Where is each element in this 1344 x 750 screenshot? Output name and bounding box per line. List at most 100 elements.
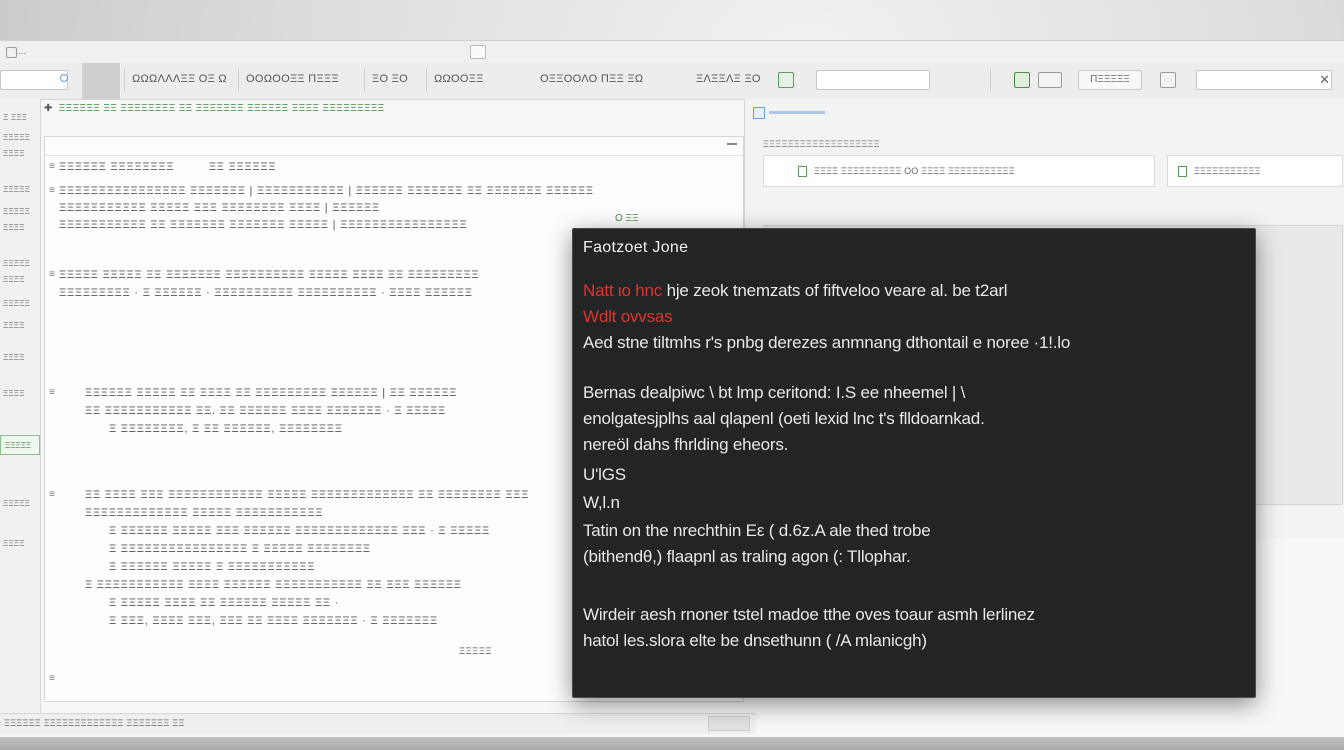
- toolbar-item-5[interactable]: ΟΞΞΟΟΛΟ ΠΞΞ ΞΩ: [540, 73, 643, 85]
- editor-line: ΞΞΞΞΞΞΞΞΞΞΞΞΞ ΞΞΞΞΞ ΞΞΞΞΞΞΞΞΞΞΞ: [85, 507, 324, 519]
- sidebar-item[interactable]: ΞΞΞΞ: [3, 389, 25, 398]
- sidebar-item[interactable]: ΞΞΞΞΞ: [3, 299, 30, 308]
- toolbar-item-3[interactable]: ΞΟ ΞΟ: [372, 73, 408, 85]
- breadcrumb[interactable]: ✚ ΞΞΞΞΞΞ ΞΞ ΞΞΞΞΞΞΞΞ ΞΞ ΞΞΞΞΞΞΞ ΞΞΞΞΞΞ ΞΞ…: [44, 103, 385, 114]
- sidebar-item[interactable]: ΞΞΞΞΞ: [3, 259, 30, 268]
- popup-highlight: Wdlt ovvsas: [583, 307, 673, 326]
- sidebar-item[interactable]: ΞΞΞΞΞ: [3, 185, 30, 194]
- sidebar-item[interactable]: ΞΞΞΞΞ: [3, 133, 30, 142]
- sidebar-item[interactable]: ΞΞΞΞΞ: [3, 207, 30, 216]
- editor-line: ΞΞ ΞΞΞΞ ΞΞΞ ΞΞΞΞΞΞΞΞΞΞΞΞ ΞΞΞΞΞ ΞΞΞΞΞΞΞΞΞ…: [85, 489, 530, 501]
- preview-header: ΞΞΞΞΞΞΞΞΞΞΞΞΞΞΞΞΞΞΞ: [763, 139, 880, 149]
- file-icon: [798, 166, 807, 177]
- preview-card[interactable]: ΞΞΞΞ ΞΞΞΞΞΞΞΞΞΞ ΟΟ ΞΞΞΞ ΞΞΞΞΞΞΞΞΞΞΞ: [763, 155, 1155, 187]
- editor-line: Ξ ΞΞΞΞΞΞ ΞΞΞΞΞ Ξ ΞΞΞΞΞΞΞΞΞΞΞ: [109, 561, 316, 573]
- editor-line: Ξ ΞΞΞΞΞΞΞΞΞΞΞΞΞΞΞΞ Ξ ΞΞΞΞΞ ΞΞΞΞΞΞΞΞ: [109, 543, 371, 555]
- fold-icon[interactable]: ≡: [49, 269, 55, 280]
- app-label: ...: [18, 46, 27, 57]
- sidebar-item[interactable]: ΞΞΞΞ: [3, 321, 25, 330]
- toolbar-divider: [124, 69, 125, 91]
- fold-icon[interactable]: ≡: [49, 185, 55, 196]
- close-icon[interactable]: ✕: [1319, 72, 1330, 88]
- popup-line: nereöl dahs fhrlding eheors.: [583, 435, 789, 454]
- toolbar-item-2[interactable]: ΟΟΩΟΟΞΞ ΠΞΞΞ: [246, 73, 339, 85]
- preview-card[interactable]: ΞΞΞΞΞΞΞΞΞΞΞ: [1167, 155, 1343, 187]
- popup-line: W,l.n: [583, 493, 620, 512]
- fold-icon[interactable]: ≡: [49, 673, 55, 684]
- status-text: ΞΞΞΞΞΞ ΞΞΞΞΞΞΞΞΞΞΞΞΞ ΞΞΞΞΞΞΞ ΞΞ: [4, 718, 185, 728]
- editor-line: ΞΞΞΞΞΞ ΞΞΞΞΞ ΞΞ ΞΞΞΞ ΞΞ ΞΞΞΞΞΞΞΞΞ ΞΞΞΞΞΞ…: [85, 387, 458, 399]
- view-toggle-icon[interactable]: [1014, 72, 1030, 88]
- toolbar-item-6[interactable]: ΞΛΞΞΛΞ ΞΟ: [696, 73, 761, 85]
- popup-line: Natt ιo hnc hje zeok tnemzats of fiftvel…: [583, 281, 1008, 301]
- sidebar-item[interactable]: ΞΞΞΞ: [3, 149, 25, 158]
- toolbar-divider: [426, 69, 427, 91]
- title-bar: ...: [0, 41, 1344, 64]
- left-sidebar: Ξ ΞΞΞ ΞΞΞΞΞ ΞΞΞΞ ΞΞΞΞΞ ΞΞΞΞΞ ΞΞΞΞ ΞΞΞΞΞ …: [0, 99, 41, 719]
- breadcrumb-text: ΞΞΞΞΞΞ ΞΞ ΞΞΞΞΞΞΞΞ ΞΞ ΞΞΞΞΞΞΞ ΞΞΞΞΞΞ ΞΞΞ…: [58, 103, 385, 114]
- popup-line: Wirdeir aesh rnoner tstel madoe tthe ove…: [583, 605, 1035, 624]
- sidebar-item[interactable]: ΞΞΞΞ: [3, 353, 25, 362]
- toolbar-divider: [990, 69, 991, 91]
- search-icon[interactable]: [60, 74, 68, 82]
- fold-icon[interactable]: ≡: [49, 161, 55, 172]
- collapse-icon[interactable]: [727, 143, 737, 145]
- editor-marker: Ο ΞΞ: [615, 213, 639, 224]
- editor-line: ΞΞΞΞΞΞΞΞΞΞΞΞΞΞΞΞ ΞΞΞΞΞΞΞ | ΞΞΞΞΞΞΞΞΞΞΞ |…: [59, 185, 594, 197]
- editor-header-divider: [45, 155, 743, 156]
- fold-icon[interactable]: ≡: [49, 489, 55, 500]
- toolbar-item-1[interactable]: ΩΩΩΛΛΛΞΞ ΟΞ Ω: [132, 73, 227, 85]
- filter-button[interactable]: ΠΞΞΞΞΞ: [1078, 70, 1142, 90]
- fold-icon[interactable]: ≡: [49, 387, 55, 398]
- popup-highlight: Natt ιo hnc: [583, 281, 663, 300]
- status-box[interactable]: [708, 716, 750, 731]
- editor-line: Ξ ΞΞΞΞΞΞΞΞΞΞΞ ΞΞΞΞ ΞΞΞΞΞΞ ΞΞΞΞΞΞΞΞΞΞΞ ΞΞ…: [85, 579, 462, 591]
- popup-line: Tatin on the nrechthin Eε ( d.6z.A ale t…: [583, 521, 931, 540]
- info-popup: Faotzoet Jone Natt ιo hnc hje zeok tnemz…: [572, 228, 1256, 698]
- card-label: ΞΞΞΞΞΞΞΞΞΞΞ: [1194, 166, 1261, 176]
- popup-text: hje zeok tnemzats of fiftveloo veare al.…: [662, 281, 1008, 300]
- editor-line: Ξ ΞΞΞΞΞΞΞΞ, Ξ ΞΞ ΞΞΞΞΞΞ, ΞΞΞΞΞΞΞΞ: [109, 423, 343, 435]
- sidebar-item[interactable]: ΞΞΞΞ: [3, 275, 25, 284]
- search-input[interactable]: [0, 70, 68, 90]
- card-label: ΞΞΞΞ ΞΞΞΞΞΞΞΞΞΞ ΟΟ ΞΞΞΞ ΞΞΞΞΞΞΞΞΞΞΞ: [814, 166, 1015, 176]
- popup-line: Wdlt ovvsas: [583, 307, 673, 327]
- toolbar: ΩΩΩΛΛΛΞΞ ΟΞ Ω ΟΟΩΟΟΞΞ ΠΞΞΞ ΞΟ ΞΟ ΩΩΟΟΞΞ …: [0, 63, 1344, 100]
- popup-line: hatol les.slora elte be dnsethunn ( /A m…: [583, 631, 927, 650]
- status-bar: ΞΞΞΞΞΞ ΞΞΞΞΞΞΞΞΞΞΞΞΞ ΞΞΞΞΞΞΞ ΞΞ: [0, 713, 756, 734]
- editor-line: Ξ ΞΞΞΞΞΞ ΞΞΞΞΞ ΞΞΞ ΞΞΞΞΞΞ ΞΞΞΞΞΞΞΞΞΞΞΞΞ …: [109, 525, 490, 537]
- editor-line: Ξ ΞΞΞ, ΞΞΞΞ ΞΞΞ, ΞΞΞ ΞΞ ΞΞΞΞ ΞΞΞΞΞΞΞ · Ξ…: [109, 615, 438, 627]
- preview-tab-indicator: [769, 111, 825, 114]
- toolbar-divider: [238, 69, 239, 91]
- popup-title: Faotzoet Jone: [583, 239, 689, 256]
- popup-line: U'lGS: [583, 465, 626, 484]
- toolbar-item-4[interactable]: ΩΩΟΟΞΞ: [434, 73, 484, 85]
- editor-line: ΞΞΞΞΞ ΞΞΞΞΞ ΞΞ ΞΞΞΞΞΞΞ ΞΞΞΞΞΞΞΞΞΞ ΞΞΞΞΞ …: [59, 269, 480, 281]
- popup-line: Aed stne tiltmhs r's pnbg derezes anmnan…: [583, 333, 1071, 352]
- settings-icon[interactable]: [1160, 72, 1176, 88]
- editor-line: ΞΞ ΞΞΞΞΞΞΞΞΞΞΞ ΞΞ. ΞΞ ΞΞΞΞΞΞ ΞΞΞΞ ΞΞΞΞΞΞ…: [85, 405, 446, 417]
- sidebar-item[interactable]: ΞΞΞΞ: [3, 223, 25, 232]
- right-input[interactable]: [1196, 70, 1332, 90]
- editor-line: ΞΞΞΞΞ: [459, 646, 493, 656]
- add-icon[interactable]: ✚: [44, 103, 53, 114]
- app-icon: [6, 47, 17, 58]
- popup-line: enolgatesjplhs aal qlapenl (oeti lexid l…: [583, 409, 985, 428]
- editor-line: ΞΞΞΞΞΞΞΞΞΞΞ ΞΞΞΞΞ ΞΞΞ ΞΞΞΞΞΞΞΞ ΞΞΞΞ | ΞΞ…: [59, 202, 380, 214]
- layout-icon[interactable]: [1038, 72, 1062, 88]
- sidebar-item-active[interactable]: ΞΞΞΞΞ: [0, 435, 40, 455]
- editor-line: Ξ ΞΞΞΞΞ ΞΞΞΞ ΞΞ ΞΞΞΞΞΞ ΞΞΞΞΞ ΞΞ ·: [109, 597, 340, 609]
- sidebar-item[interactable]: ΞΞΞΞ: [3, 539, 25, 548]
- sidebar-item[interactable]: Ξ ΞΞΞ: [3, 113, 27, 122]
- popup-line: Bernas dealpiwc \ bt lmp ceritond: I.S e…: [583, 383, 966, 402]
- window-button[interactable]: [470, 45, 486, 59]
- editor-line: ΞΞΞΞΞΞΞΞΞ · Ξ ΞΞΞΞΞΞ · ΞΞΞΞΞΞΞΞΞΞ ΞΞΞΞΞΞ…: [59, 287, 473, 299]
- toolbar-active-tool[interactable]: [82, 63, 120, 99]
- filter-input[interactable]: [816, 70, 930, 90]
- popup-line: (bithendθ,) flaapnl as traling agon (: T…: [583, 547, 911, 566]
- preview-tab-icon[interactable]: [753, 107, 765, 119]
- sidebar-item[interactable]: ΞΞΞΞΞ: [3, 499, 30, 508]
- toolbar-divider: [364, 69, 365, 91]
- image-icon[interactable]: [778, 72, 794, 88]
- file-icon: [1178, 166, 1187, 177]
